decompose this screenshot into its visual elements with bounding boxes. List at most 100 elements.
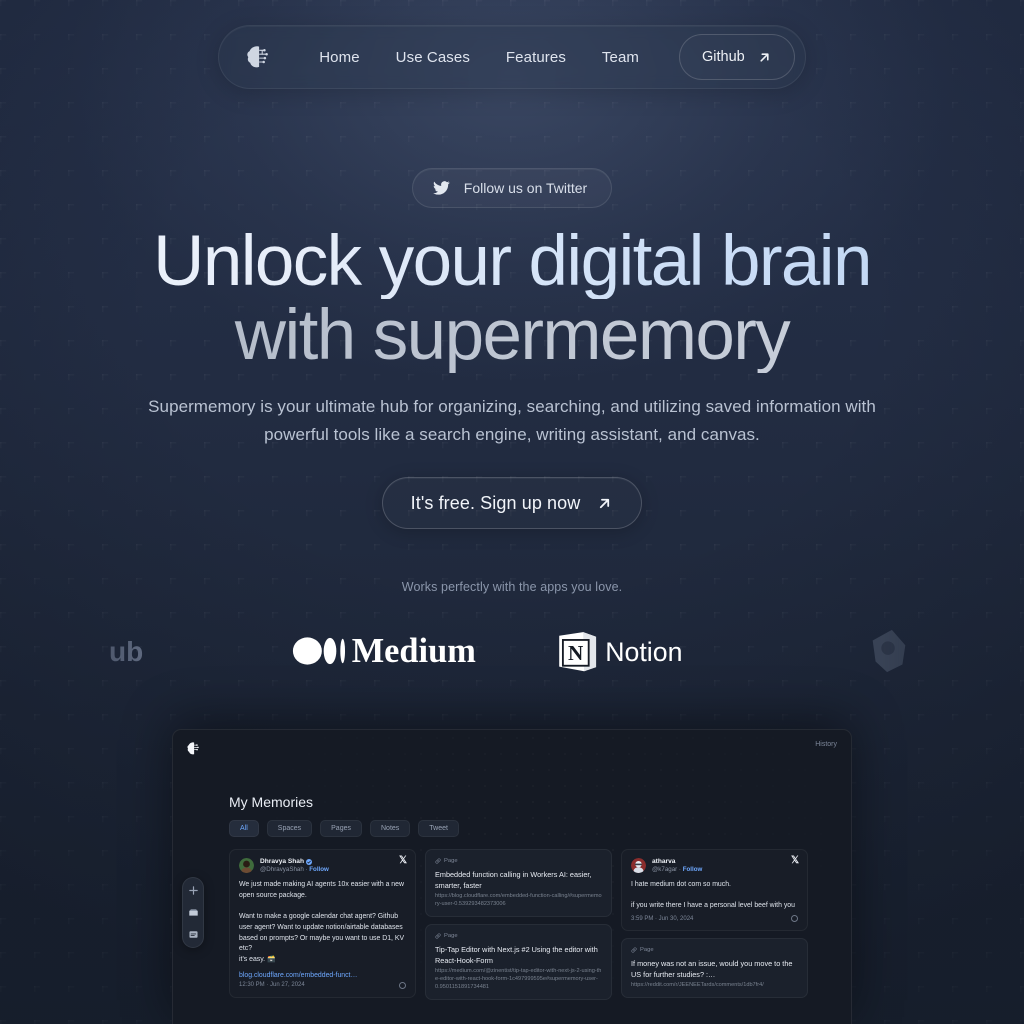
memory-column: 𝕏 atharva @k7agar · Follow I hate medium… xyxy=(621,849,808,1000)
svg-text:Notion: Notion xyxy=(605,637,682,667)
nav-link-features[interactable]: Features xyxy=(488,41,584,74)
page-tag: Page xyxy=(631,947,798,953)
headline-line-1: Unlock your digital brain xyxy=(0,225,1024,299)
page-title: Unlock your digital brain with supermemo… xyxy=(0,225,1024,373)
partner-logo-marquee: ub Medium N Notion xyxy=(0,620,1024,682)
svg-text:Medium: Medium xyxy=(351,632,475,670)
tweet-author-label: Dhravya Shah xyxy=(260,858,304,865)
x-logo-icon: 𝕏 xyxy=(398,855,407,866)
page-tag: Page xyxy=(435,933,602,939)
notion-logo-icon: N Notion xyxy=(512,623,763,679)
cta-container: It's free. Sign up now xyxy=(0,477,1024,529)
x-logo-icon: 𝕏 xyxy=(790,855,799,866)
tweet-follow-link[interactable]: Follow xyxy=(309,866,329,873)
filter-chip-notes[interactable]: Notes xyxy=(370,820,411,837)
page-tag-label: Page xyxy=(444,933,458,940)
note-icon[interactable] xyxy=(188,929,199,940)
tweet-author-name: atharva xyxy=(652,858,702,866)
tweet-follow-link[interactable]: Follow xyxy=(683,866,703,873)
memory-card-tweet[interactable]: 𝕏 Dhravya Shah @DhravyaShah · Follow We … xyxy=(229,849,416,998)
avatar xyxy=(239,858,254,873)
floating-toolbar xyxy=(182,877,204,948)
twitter-pill-container: Follow us on Twitter xyxy=(0,168,1024,208)
github-button-label: Github xyxy=(702,49,745,65)
arrow-up-right-icon xyxy=(596,495,613,512)
tweet-handle: @k7agar · Follow xyxy=(652,866,703,874)
page-title-text: If money was not an issue, would you mov… xyxy=(631,959,793,980)
tweet-meta: 12:30 PM · Jun 27, 2024 xyxy=(239,981,406,989)
avatar xyxy=(631,858,646,873)
link-icon xyxy=(631,947,637,953)
tweet-timestamp: 3:59 PM · Jun 30, 2024 xyxy=(631,915,694,922)
works-with-note: Works perfectly with the apps you love. xyxy=(401,580,623,594)
page-url-text: https://reddit.com/r/JEENEETards/comment… xyxy=(631,981,764,988)
memories-heading: My Memories xyxy=(229,794,314,810)
nav-link-use-cases[interactable]: Use Cases xyxy=(378,41,488,74)
page-url-text: https://blog.cloudflare.com/embedded-fun… xyxy=(435,892,602,907)
app-preview-panel: History My Memories All Spaces Pages Not… xyxy=(172,729,852,1024)
info-icon[interactable] xyxy=(791,915,798,923)
tweet-author-name: Dhravya Shah xyxy=(260,858,329,866)
github-logo-icon: ub xyxy=(10,623,261,679)
nav-links: Home Use Cases Features Team xyxy=(301,41,657,74)
filter-chip-tweet[interactable]: Tweet xyxy=(418,820,459,837)
tweet-header: Dhravya Shah @DhravyaShah · Follow xyxy=(239,858,406,874)
memory-filter-chips: All Spaces Pages Notes Tweet xyxy=(229,820,459,837)
headline-line-2: with supermemory xyxy=(0,298,1024,373)
memory-column: Page Embedded function calling in Worker… xyxy=(425,849,612,1001)
page-tag: Page xyxy=(435,858,602,864)
link-icon xyxy=(435,933,441,939)
signup-button-label: It's free. Sign up now xyxy=(410,492,581,513)
memory-card-tweet[interactable]: 𝕏 atharva @k7agar · Follow I hate medium… xyxy=(621,849,808,932)
filter-chip-pages[interactable]: Pages xyxy=(320,820,362,837)
tweet-header: atharva @k7agar · Follow xyxy=(631,858,798,874)
tweet-meta: 3:59 PM · Jun 30, 2024 xyxy=(631,915,798,923)
tweet-author-block: Dhravya Shah @DhravyaShah · Follow xyxy=(260,858,329,874)
tweet-handle: @DhravyaShah · Follow xyxy=(260,866,329,874)
link-icon xyxy=(435,858,441,864)
navbar: Home Use Cases Features Team Github xyxy=(218,25,806,89)
memory-cards-grid: 𝕏 Dhravya Shah @DhravyaShah · Follow We … xyxy=(229,849,829,1001)
nav-link-home[interactable]: Home xyxy=(301,41,377,74)
page-tag-label: Page xyxy=(640,947,654,954)
medium-logo-icon: Medium xyxy=(261,623,512,679)
follow-twitter-label: Follow us on Twitter xyxy=(463,180,588,196)
hero-subtitle: Supermemory is your ultimate hub for org… xyxy=(148,397,876,445)
brain-circuit-logo-icon[interactable] xyxy=(185,740,202,757)
twitter-bird-icon xyxy=(432,181,450,195)
info-icon[interactable] xyxy=(399,981,406,989)
add-icon[interactable] xyxy=(188,885,199,896)
svg-text:ub: ub xyxy=(109,636,143,667)
follow-twitter-button[interactable]: Follow us on Twitter xyxy=(411,168,613,208)
memory-card-page[interactable]: Page Tip-Tap Editor with Next.js #2 Usin… xyxy=(425,924,612,1001)
nav-link-team[interactable]: Team xyxy=(584,41,657,74)
verified-badge-icon xyxy=(305,859,312,866)
page-title-text: Embedded function calling in Workers AI:… xyxy=(435,870,592,890)
tweet-author-label: atharva xyxy=(652,858,676,865)
arrow-up-right-icon xyxy=(757,50,772,65)
tweet-body: We just made making AI agents 10x easier… xyxy=(239,880,405,963)
svg-text:N: N xyxy=(568,641,584,665)
navbar-container: Home Use Cases Features Team Github xyxy=(0,25,1024,89)
tweet-link[interactable]: blog.cloudflare.com/embedded-funct… xyxy=(239,972,406,979)
memory-card-page[interactable]: Page If money was not an issue, would yo… xyxy=(621,938,808,999)
memory-card-page[interactable]: Page Embedded function calling in Worker… xyxy=(425,849,612,918)
filter-chip-spaces[interactable]: Spaces xyxy=(266,820,313,837)
tweet-handle-label: @k7agar xyxy=(652,866,678,874)
memory-column: 𝕏 Dhravya Shah @DhravyaShah · Follow We … xyxy=(229,849,416,1000)
landing-page: Home Use Cases Features Team Github Foll… xyxy=(0,0,1024,1024)
history-link[interactable]: History xyxy=(815,741,837,748)
brain-circuit-logo-icon[interactable] xyxy=(243,42,273,72)
page-tag-label: Page xyxy=(444,858,458,864)
tweet-body: I hate medium dot com so much. if you wr… xyxy=(631,880,795,910)
filter-chip-all[interactable]: All xyxy=(229,820,259,837)
page-url-text: https://medium.com/@zinentist/tip-tap-ed… xyxy=(435,967,602,991)
tweet-author-block: atharva @k7agar · Follow xyxy=(652,858,702,874)
tweet-handle-label: @DhravyaShah xyxy=(260,866,304,874)
obsidian-logo-icon xyxy=(763,623,1014,679)
signup-button[interactable]: It's free. Sign up now xyxy=(381,477,643,529)
folder-icon[interactable] xyxy=(188,907,199,918)
tweet-timestamp: 12:30 PM · Jun 27, 2024 xyxy=(239,982,305,989)
github-button[interactable]: Github xyxy=(679,34,795,80)
page-title-text: Tip-Tap Editor with Next.js #2 Using the… xyxy=(435,945,598,966)
